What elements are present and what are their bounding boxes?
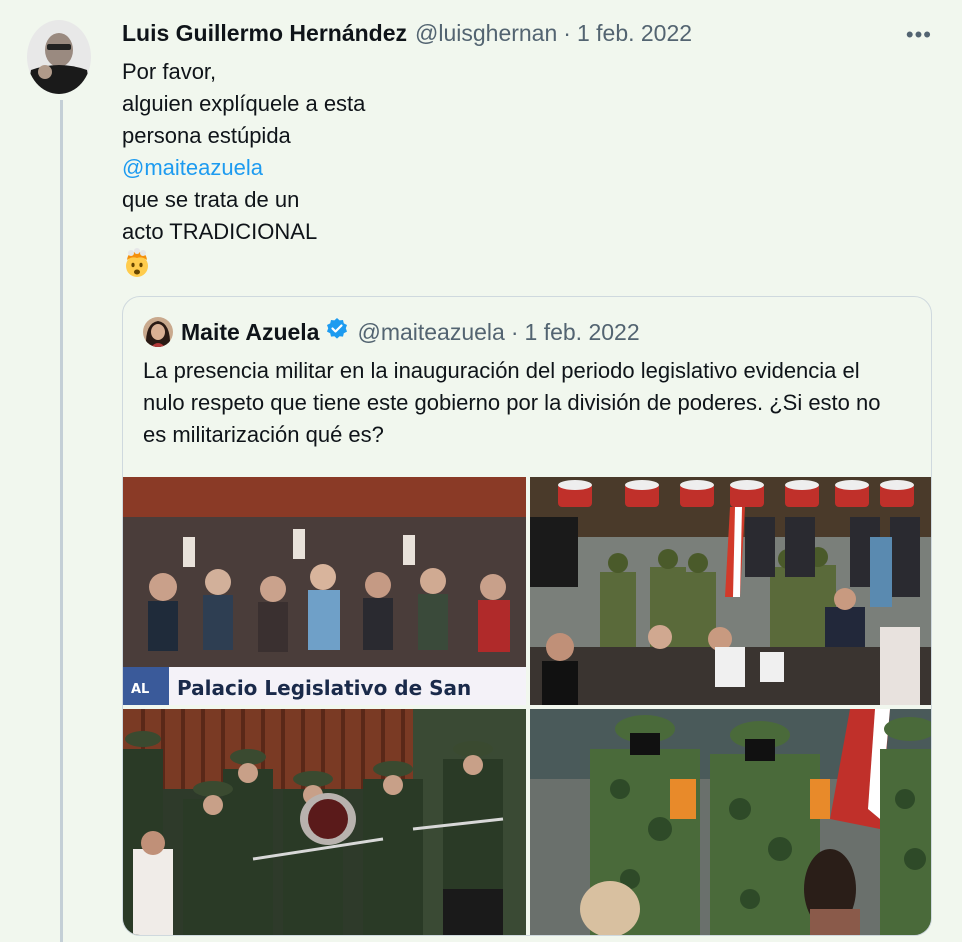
photo-tag: AL [131, 682, 149, 697]
quoted-author-handle[interactable]: @maiteazuela [357, 319, 504, 346]
tweet-line: alguien explíquele a esta [122, 91, 366, 116]
tweet-line: acto TRADICIONAL [122, 219, 318, 244]
quoted-tweet-date[interactable]: 1 feb. 2022 [525, 319, 640, 346]
thread-line [60, 100, 63, 942]
exploding-head-icon [122, 248, 152, 278]
tweet-line: Por favor, [122, 59, 217, 84]
tweet-text: Por favor, alguien explíquele a esta per… [122, 56, 365, 248]
mention-link[interactable]: @maiteazuela [122, 152, 365, 184]
tweet-line: persona estúpida [122, 123, 291, 148]
more-options-icon[interactable]: ••• [906, 22, 932, 48]
photo-soldiers-saluting[interactable] [530, 477, 931, 705]
quoted-tweet-text: La presencia militar en la inauguración … [143, 358, 881, 447]
photo-soldiers-closeup[interactable] [530, 709, 931, 935]
tweet-line: que se trata de un [122, 187, 300, 212]
quoted-author-name[interactable]: Maite Azuela [181, 319, 319, 346]
tweet-date[interactable]: 1 feb. 2022 [577, 20, 692, 47]
quoted-tweet[interactable]: Maite Azuela @maiteazuela · 1 feb. 2022 … [122, 296, 932, 936]
separator-dot: · [510, 318, 519, 345]
author-handle[interactable]: @luisghernan [415, 20, 557, 47]
verified-badge-icon [319, 317, 357, 347]
photo-military-band[interactable] [123, 709, 526, 935]
photo-congress-hall[interactable]: AL Palacio Legislativo de San [123, 477, 526, 705]
photo-caption: Palacio Legislativo de San [177, 676, 471, 700]
author-avatar[interactable] [27, 20, 91, 94]
quoted-tweet-header: Maite Azuela @maiteazuela · 1 feb. 2022 [143, 317, 640, 347]
quoted-author-avatar[interactable] [143, 317, 173, 347]
author-name[interactable]: Luis Guillermo Hernández [122, 20, 407, 47]
photo-grid: AL Palacio Legislativo de San [123, 477, 931, 935]
separator-dot: · [563, 20, 571, 46]
tweet-header: Luis Guillermo Hernández @luisghernan · … [122, 20, 922, 47]
